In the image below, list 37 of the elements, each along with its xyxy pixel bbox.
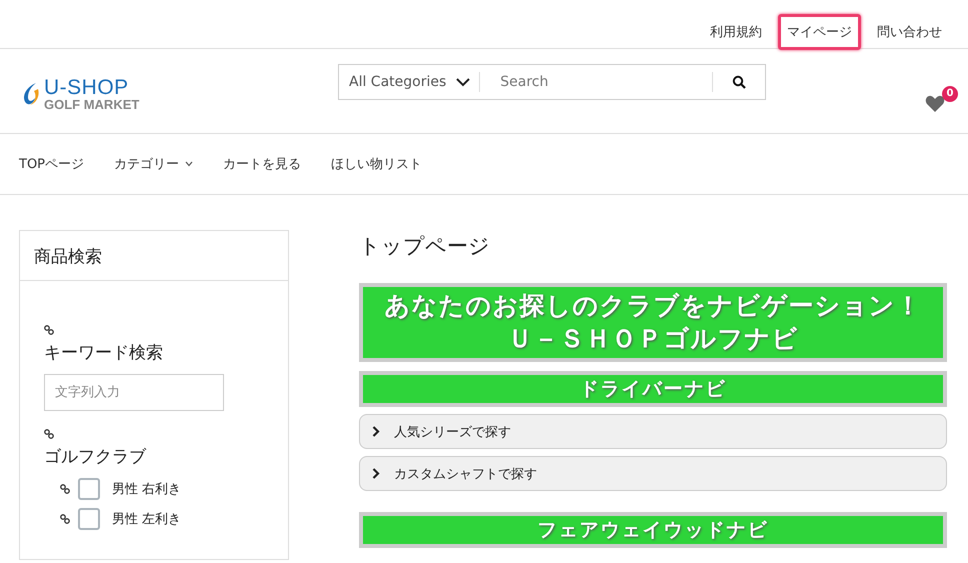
checkbox[interactable] xyxy=(78,478,100,500)
chevron-down-icon xyxy=(456,78,470,86)
section-label: ゴルフクラブ xyxy=(44,446,148,468)
top-link[interactable]: 利用規約 xyxy=(702,15,770,49)
search-field[interactable]: Search xyxy=(480,64,712,100)
nav-link[interactable]: カテゴリー xyxy=(114,155,194,173)
logo-title: U-SHOP xyxy=(44,77,130,98)
banner-text: ドライバーナビ xyxy=(578,377,728,401)
page-title: トップページ xyxy=(359,233,491,260)
top-link[interactable]: マイページ xyxy=(778,14,861,50)
nav-link[interactable]: TOPページ xyxy=(19,155,84,173)
search-button[interactable] xyxy=(712,64,766,100)
nav-link[interactable]: ほしい物リスト xyxy=(331,155,422,173)
banner-text: フェアウェイウッドナビ xyxy=(536,518,770,542)
option-label: 男性 右利き xyxy=(112,481,182,498)
accordion-header[interactable]: カスタムシャフトで探す xyxy=(359,456,947,491)
accordion-header[interactable]: 人気シリーズで探す xyxy=(359,414,947,449)
search-icon xyxy=(732,75,746,89)
link-icon xyxy=(44,325,54,335)
top-link[interactable]: 問い合わせ xyxy=(869,15,950,49)
banner-text: Ｕ－ＳＨＯＰゴルフナビ xyxy=(506,323,800,355)
link-icon xyxy=(60,484,70,494)
checkbox[interactable] xyxy=(78,508,100,530)
option-label: 男性 左利き xyxy=(112,511,182,528)
banner-text: あなたのお探しのクラブをナビゲーション！ xyxy=(384,290,922,322)
link-icon xyxy=(60,514,70,524)
category-dropdown[interactable]: All Categories xyxy=(338,64,480,100)
section-label: キーワード検索 xyxy=(44,342,164,364)
heart-icon xyxy=(925,94,945,112)
panel-title: 商品検索 xyxy=(20,231,288,281)
logo-subtitle: GOLF MARKET xyxy=(44,98,140,111)
chevron-right-icon xyxy=(372,468,380,479)
link-icon xyxy=(44,429,54,439)
chevron-right-icon xyxy=(372,426,380,437)
count-badge: 0 xyxy=(942,86,958,102)
nav-link[interactable]: カートを見る xyxy=(223,155,302,173)
keyword-field[interactable]: 文字列入力 xyxy=(44,374,224,411)
